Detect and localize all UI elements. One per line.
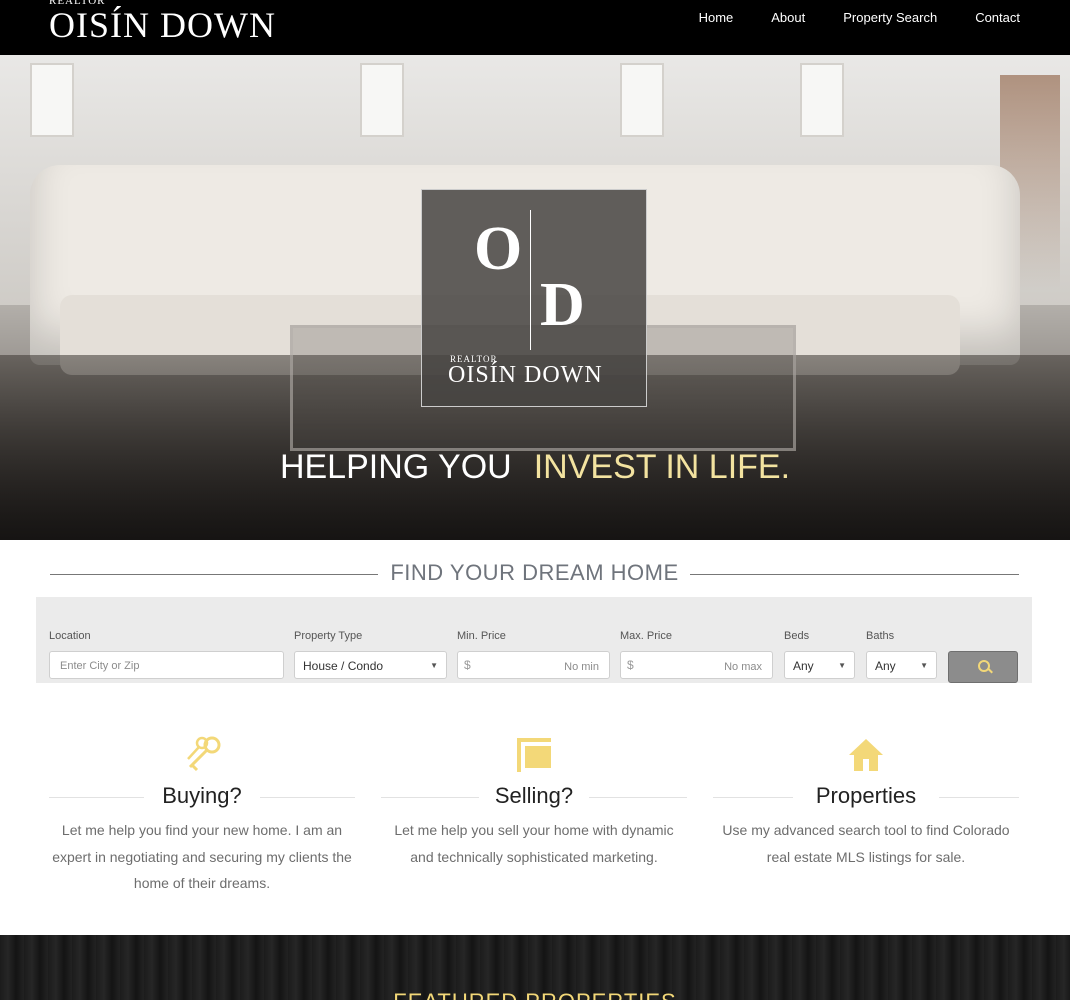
nav-home[interactable]: Home bbox=[699, 10, 734, 25]
feature-heading: Properties bbox=[713, 783, 1019, 811]
feature-description: Let me help you sell your home with dyna… bbox=[394, 822, 674, 865]
search-title: FIND YOUR DREAM HOME bbox=[390, 560, 679, 585]
nav-about[interactable]: About bbox=[771, 10, 805, 25]
search-icon bbox=[978, 660, 990, 672]
feature-title: Properties bbox=[815, 783, 917, 808]
property-type-select[interactable]: House / Condo ▼ bbox=[294, 651, 447, 679]
featured-title: FEATURED PROPERTIES bbox=[0, 989, 1070, 1000]
featured-properties-section: FEATURED PROPERTIES bbox=[0, 935, 1070, 1000]
max-price-input[interactable]: $ No max bbox=[620, 651, 773, 679]
min-price-currency: $ bbox=[464, 658, 471, 672]
keys-icon bbox=[187, 736, 221, 772]
chevron-down-icon: ▼ bbox=[838, 661, 846, 670]
sign-icon bbox=[517, 738, 551, 772]
beds-value: Any bbox=[793, 659, 814, 673]
property-type-label: Property Type bbox=[294, 630, 363, 642]
property-type-value: House / Condo bbox=[303, 659, 384, 673]
site-logo[interactable]: REALTOR OISÍN DOWN bbox=[49, 0, 276, 43]
min-price-placeholder: No min bbox=[564, 661, 599, 673]
baths-value: Any bbox=[875, 659, 896, 673]
search-button[interactable] bbox=[948, 651, 1018, 683]
location-label: Location bbox=[49, 630, 91, 642]
chevron-down-icon: ▼ bbox=[920, 661, 928, 670]
hero-window bbox=[620, 63, 664, 137]
location-placeholder: Enter City or Zip bbox=[60, 660, 140, 672]
feature-heading: Selling? bbox=[381, 783, 687, 811]
min-price-label: Min. Price bbox=[457, 630, 506, 642]
hero-window bbox=[800, 63, 844, 137]
max-price-placeholder: No max bbox=[724, 661, 762, 673]
location-input[interactable]: Enter City or Zip bbox=[49, 651, 284, 679]
feature-description: Let me help you find your new home. I am… bbox=[52, 822, 352, 891]
feature-heading: Buying? bbox=[49, 783, 355, 811]
monogram-name: OISÍN DOWN bbox=[448, 362, 603, 388]
beds-select[interactable]: Any ▼ bbox=[784, 651, 855, 679]
baths-select[interactable]: Any ▼ bbox=[866, 651, 937, 679]
tagline-white: HELPING YOU bbox=[279, 448, 512, 486]
house-icon bbox=[849, 739, 883, 771]
max-price-label: Max. Price bbox=[620, 630, 672, 642]
monogram-d: D bbox=[540, 271, 585, 339]
nav-contact[interactable]: Contact bbox=[975, 10, 1020, 25]
property-search-form: Location Enter City or Zip Property Type… bbox=[36, 597, 1032, 683]
hero-monogram-logo: O D REALTOR OISÍN DOWN bbox=[421, 189, 647, 407]
logo-name: OISÍN DOWN bbox=[49, 5, 276, 45]
hero-window bbox=[360, 63, 404, 137]
nav-property-search[interactable]: Property Search bbox=[843, 10, 937, 25]
hero-tagline: HELPING YOU INVEST IN LIFE. bbox=[0, 448, 1070, 487]
feature-description: Use my advanced search tool to find Colo… bbox=[722, 822, 1010, 865]
tagline-gold: INVEST IN LIFE. bbox=[533, 448, 791, 486]
min-price-input[interactable]: $ No min bbox=[457, 651, 610, 679]
feature-title: Buying? bbox=[162, 783, 242, 808]
feature-title: Selling? bbox=[494, 783, 574, 808]
baths-label: Baths bbox=[866, 630, 895, 642]
chevron-down-icon: ▼ bbox=[430, 661, 438, 670]
search-section-header: FIND YOUR DREAM HOME bbox=[50, 558, 1019, 588]
monogram-divider bbox=[530, 210, 531, 350]
main-nav: Home About Property Search Contact bbox=[699, 10, 1020, 25]
monogram-o: O bbox=[474, 215, 523, 283]
hero-window bbox=[30, 63, 74, 137]
hero-banner: O D REALTOR OISÍN DOWN HELPING YOU INVEST… bbox=[0, 55, 1070, 540]
top-nav-bar: REALTOR OISÍN DOWN Home About Property S… bbox=[0, 0, 1070, 55]
beds-label: Beds bbox=[784, 630, 810, 642]
max-price-currency: $ bbox=[627, 658, 634, 672]
